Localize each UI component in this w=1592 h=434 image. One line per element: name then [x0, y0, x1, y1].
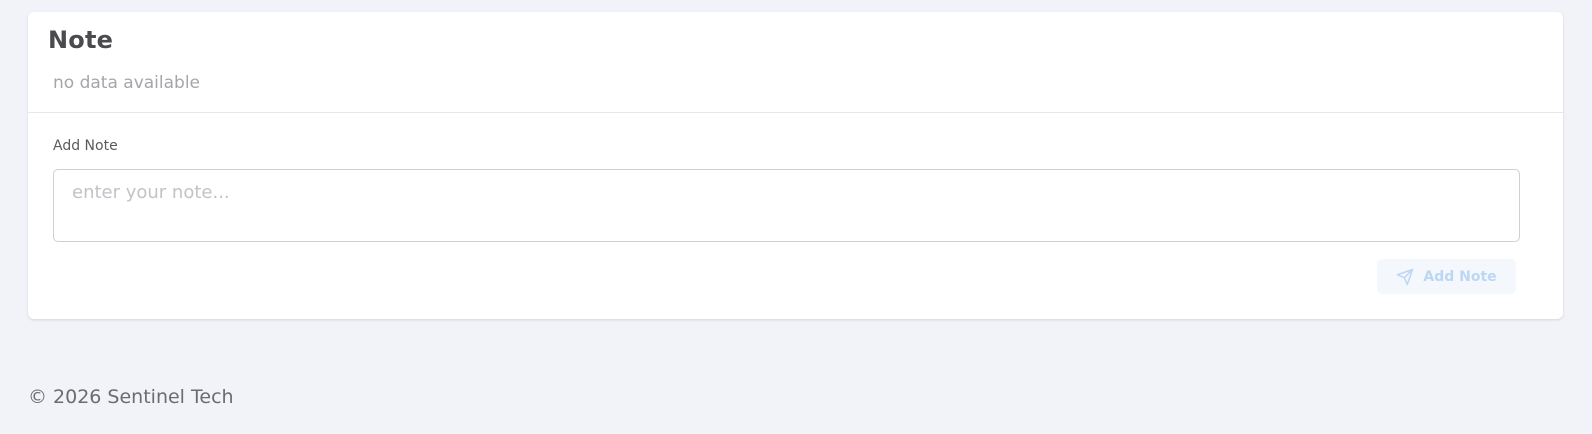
note-card: Note no data available Add Note Add Note — [28, 12, 1563, 319]
add-note-button-label: Add Note — [1423, 268, 1497, 285]
note-card-header: Note no data available — [28, 12, 1563, 113]
add-note-label: Add Note — [53, 138, 118, 154]
note-input[interactable] — [53, 169, 1520, 242]
empty-state-message: no data available — [53, 73, 201, 93]
add-note-button[interactable]: Add Note — [1377, 259, 1516, 294]
footer-copyright: © 2026 Sentinel Tech — [28, 386, 234, 408]
card-title: Note — [48, 26, 114, 54]
add-note-form: Add Note Add Note — [28, 113, 1563, 319]
send-icon — [1396, 268, 1414, 286]
